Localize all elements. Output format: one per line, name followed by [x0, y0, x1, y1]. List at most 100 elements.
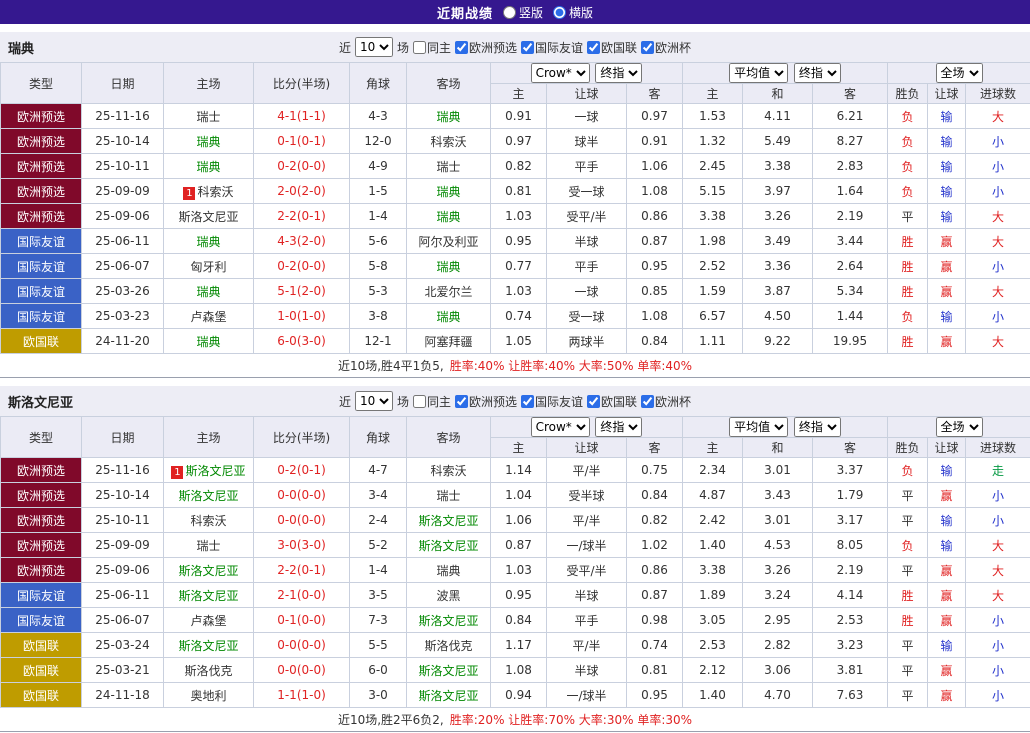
- odds-time-select[interactable]: 终指: [595, 417, 642, 437]
- avg-home-cell: 5.15: [683, 179, 743, 204]
- home-team-name[interactable]: 斯洛文尼亚: [178, 564, 238, 578]
- away-team-name[interactable]: 瑞典: [436, 310, 460, 324]
- odds-company-select[interactable]: Crow*: [531, 63, 590, 83]
- competition-option-friendly[interactable]: 国际友谊: [521, 393, 583, 410]
- away-team-name[interactable]: 斯洛文尼亚: [418, 539, 478, 553]
- competition-option-euro-qualifiers[interactable]: 欧洲预选: [455, 39, 517, 56]
- home-team-name[interactable]: 瑞士: [196, 539, 220, 553]
- away-team-name[interactable]: 阿塞拜疆: [424, 335, 472, 349]
- same-home-option[interactable]: 同主: [413, 39, 451, 56]
- average-select[interactable]: 平均值: [729, 63, 788, 83]
- away-team-name[interactable]: 斯洛文尼亚: [418, 614, 478, 628]
- away-team-name[interactable]: 瑞士: [436, 160, 460, 174]
- table-row: 国际友谊25-06-11瑞典4-3(2-0)5-6阿尔及利亚0.95半球0.87…: [1, 229, 1030, 254]
- average-time-select[interactable]: 终指: [794, 63, 841, 83]
- home-team-name[interactable]: 瑞典: [196, 235, 220, 249]
- away-team-name[interactable]: 瑞典: [436, 210, 460, 224]
- competition-option-euro-qualifiers[interactable]: 欧洲预选: [455, 393, 517, 410]
- competition-option-euro-cup[interactable]: 欧洲杯: [641, 393, 691, 410]
- home-team-name[interactable]: 瑞典: [196, 160, 220, 174]
- competition-option-nations-league[interactable]: 欧国联: [587, 393, 637, 410]
- odds-home-cell: 1.03: [491, 558, 547, 583]
- match-count-select[interactable]: 10: [355, 37, 393, 57]
- competition-option-friendly[interactable]: 国际友谊: [521, 39, 583, 56]
- away-team-name[interactable]: 科索沃: [430, 464, 466, 478]
- home-team-cell: 卢森堡: [164, 304, 254, 329]
- friendly-checkbox[interactable]: [521, 41, 534, 54]
- home-team-name[interactable]: 卢森堡: [190, 310, 226, 324]
- result-goals-cell: 大: [966, 229, 1030, 254]
- result-goals-cell: 小: [966, 608, 1030, 633]
- nations-league-checkbox[interactable]: [587, 41, 600, 54]
- home-team-name[interactable]: 瑞典: [196, 335, 220, 349]
- competition-type-cell: 国际友谊: [1, 279, 82, 304]
- same-home-option[interactable]: 同主: [413, 393, 451, 410]
- same-home-checkbox[interactable]: [413, 41, 426, 54]
- match-date-cell: 25-10-11: [82, 508, 164, 533]
- euro-qualifiers-checkbox[interactable]: [455, 41, 468, 54]
- away-team-name[interactable]: 瑞典: [436, 185, 460, 199]
- result-goals-cell: 小: [966, 508, 1030, 533]
- nations-league-checkbox[interactable]: [587, 395, 600, 408]
- away-team-name[interactable]: 波黑: [436, 589, 460, 603]
- odds-time-select[interactable]: 终指: [595, 63, 642, 83]
- odds-company-select[interactable]: Crow*: [531, 417, 590, 437]
- away-team-name[interactable]: 科索沃: [430, 135, 466, 149]
- corner-score-cell: 1-5: [350, 179, 407, 204]
- result-goals-cell: 大: [966, 558, 1030, 583]
- away-team-cell: 波黑: [407, 583, 491, 608]
- result-goals-cell: 大: [966, 104, 1030, 129]
- euro-cup-checkbox[interactable]: [641, 395, 654, 408]
- home-team-name[interactable]: 斯洛文尼亚: [178, 210, 238, 224]
- home-team-name[interactable]: 科索沃: [190, 514, 226, 528]
- home-team-name[interactable]: 斯洛文尼亚: [185, 464, 245, 478]
- away-team-name[interactable]: 斯洛文尼亚: [418, 514, 478, 528]
- home-team-name[interactable]: 科索沃: [197, 185, 233, 199]
- horizontal-layout-radio[interactable]: [553, 6, 566, 19]
- odds-home-cell: 0.97: [491, 129, 547, 154]
- home-team-name[interactable]: 卢森堡: [190, 614, 226, 628]
- home-team-name[interactable]: 瑞典: [196, 135, 220, 149]
- home-team-name[interactable]: 奥地利: [190, 689, 226, 703]
- same-home-checkbox[interactable]: [413, 395, 426, 408]
- average-time-select[interactable]: 终指: [794, 417, 841, 437]
- away-team-name[interactable]: 瑞士: [436, 489, 460, 503]
- rank-badge: 1: [171, 466, 183, 479]
- match-count-select[interactable]: 10: [355, 391, 393, 411]
- score-cell: 0-0(0-0): [254, 483, 350, 508]
- away-team-name[interactable]: 阿尔及利亚: [418, 235, 478, 249]
- layout-horizontal-option[interactable]: 横版: [553, 4, 593, 21]
- corner-score-cell: 1-4: [350, 558, 407, 583]
- competition-option-nations-league[interactable]: 欧国联: [587, 39, 637, 56]
- home-team-name[interactable]: 斯洛文尼亚: [178, 639, 238, 653]
- friendly-checkbox[interactable]: [521, 395, 534, 408]
- euro-cup-checkbox[interactable]: [641, 41, 654, 54]
- away-team-name[interactable]: 斯洛文尼亚: [418, 689, 478, 703]
- competition-option-euro-cup[interactable]: 欧洲杯: [641, 39, 691, 56]
- away-team-name[interactable]: 斯洛文尼亚: [418, 664, 478, 678]
- result-handicap-cell: 输: [928, 154, 966, 179]
- away-team-name[interactable]: 瑞典: [436, 110, 460, 124]
- vertical-layout-radio[interactable]: [503, 6, 516, 19]
- full-match-select[interactable]: 全场: [936, 417, 983, 437]
- layout-vertical-option[interactable]: 竖版: [503, 4, 543, 21]
- away-team-name[interactable]: 瑞典: [436, 260, 460, 274]
- score-cell: 4-3(2-0): [254, 229, 350, 254]
- match-date-cell: 25-06-07: [82, 608, 164, 633]
- average-select[interactable]: 平均值: [729, 417, 788, 437]
- away-team-name[interactable]: 北爱尔兰: [424, 285, 472, 299]
- subcol-result-handicap: 让球: [928, 84, 966, 104]
- home-team-name[interactable]: 斯洛文尼亚: [178, 489, 238, 503]
- home-team-name[interactable]: 瑞士: [196, 110, 220, 124]
- away-team-name[interactable]: 斯洛伐克: [424, 639, 472, 653]
- full-match-select[interactable]: 全场: [936, 63, 983, 83]
- euro-qualifiers-checkbox[interactable]: [455, 395, 468, 408]
- recent-results-table: 类型 日期 主场 比分(半场) 角球 客场 Crow* 终指 平均值 终指 全场: [0, 62, 1030, 354]
- competition-type-cell: 国际友谊: [1, 304, 82, 329]
- away-team-name[interactable]: 瑞典: [436, 564, 460, 578]
- home-team-name[interactable]: 瑞典: [196, 285, 220, 299]
- home-team-name[interactable]: 斯洛伐克: [184, 664, 232, 678]
- home-team-name[interactable]: 斯洛文尼亚: [178, 589, 238, 603]
- home-team-name[interactable]: 匈牙利: [190, 260, 226, 274]
- table-row: 欧洲预选25-10-11瑞典0-2(0-0)4-9瑞士0.82平手1.062.4…: [1, 154, 1030, 179]
